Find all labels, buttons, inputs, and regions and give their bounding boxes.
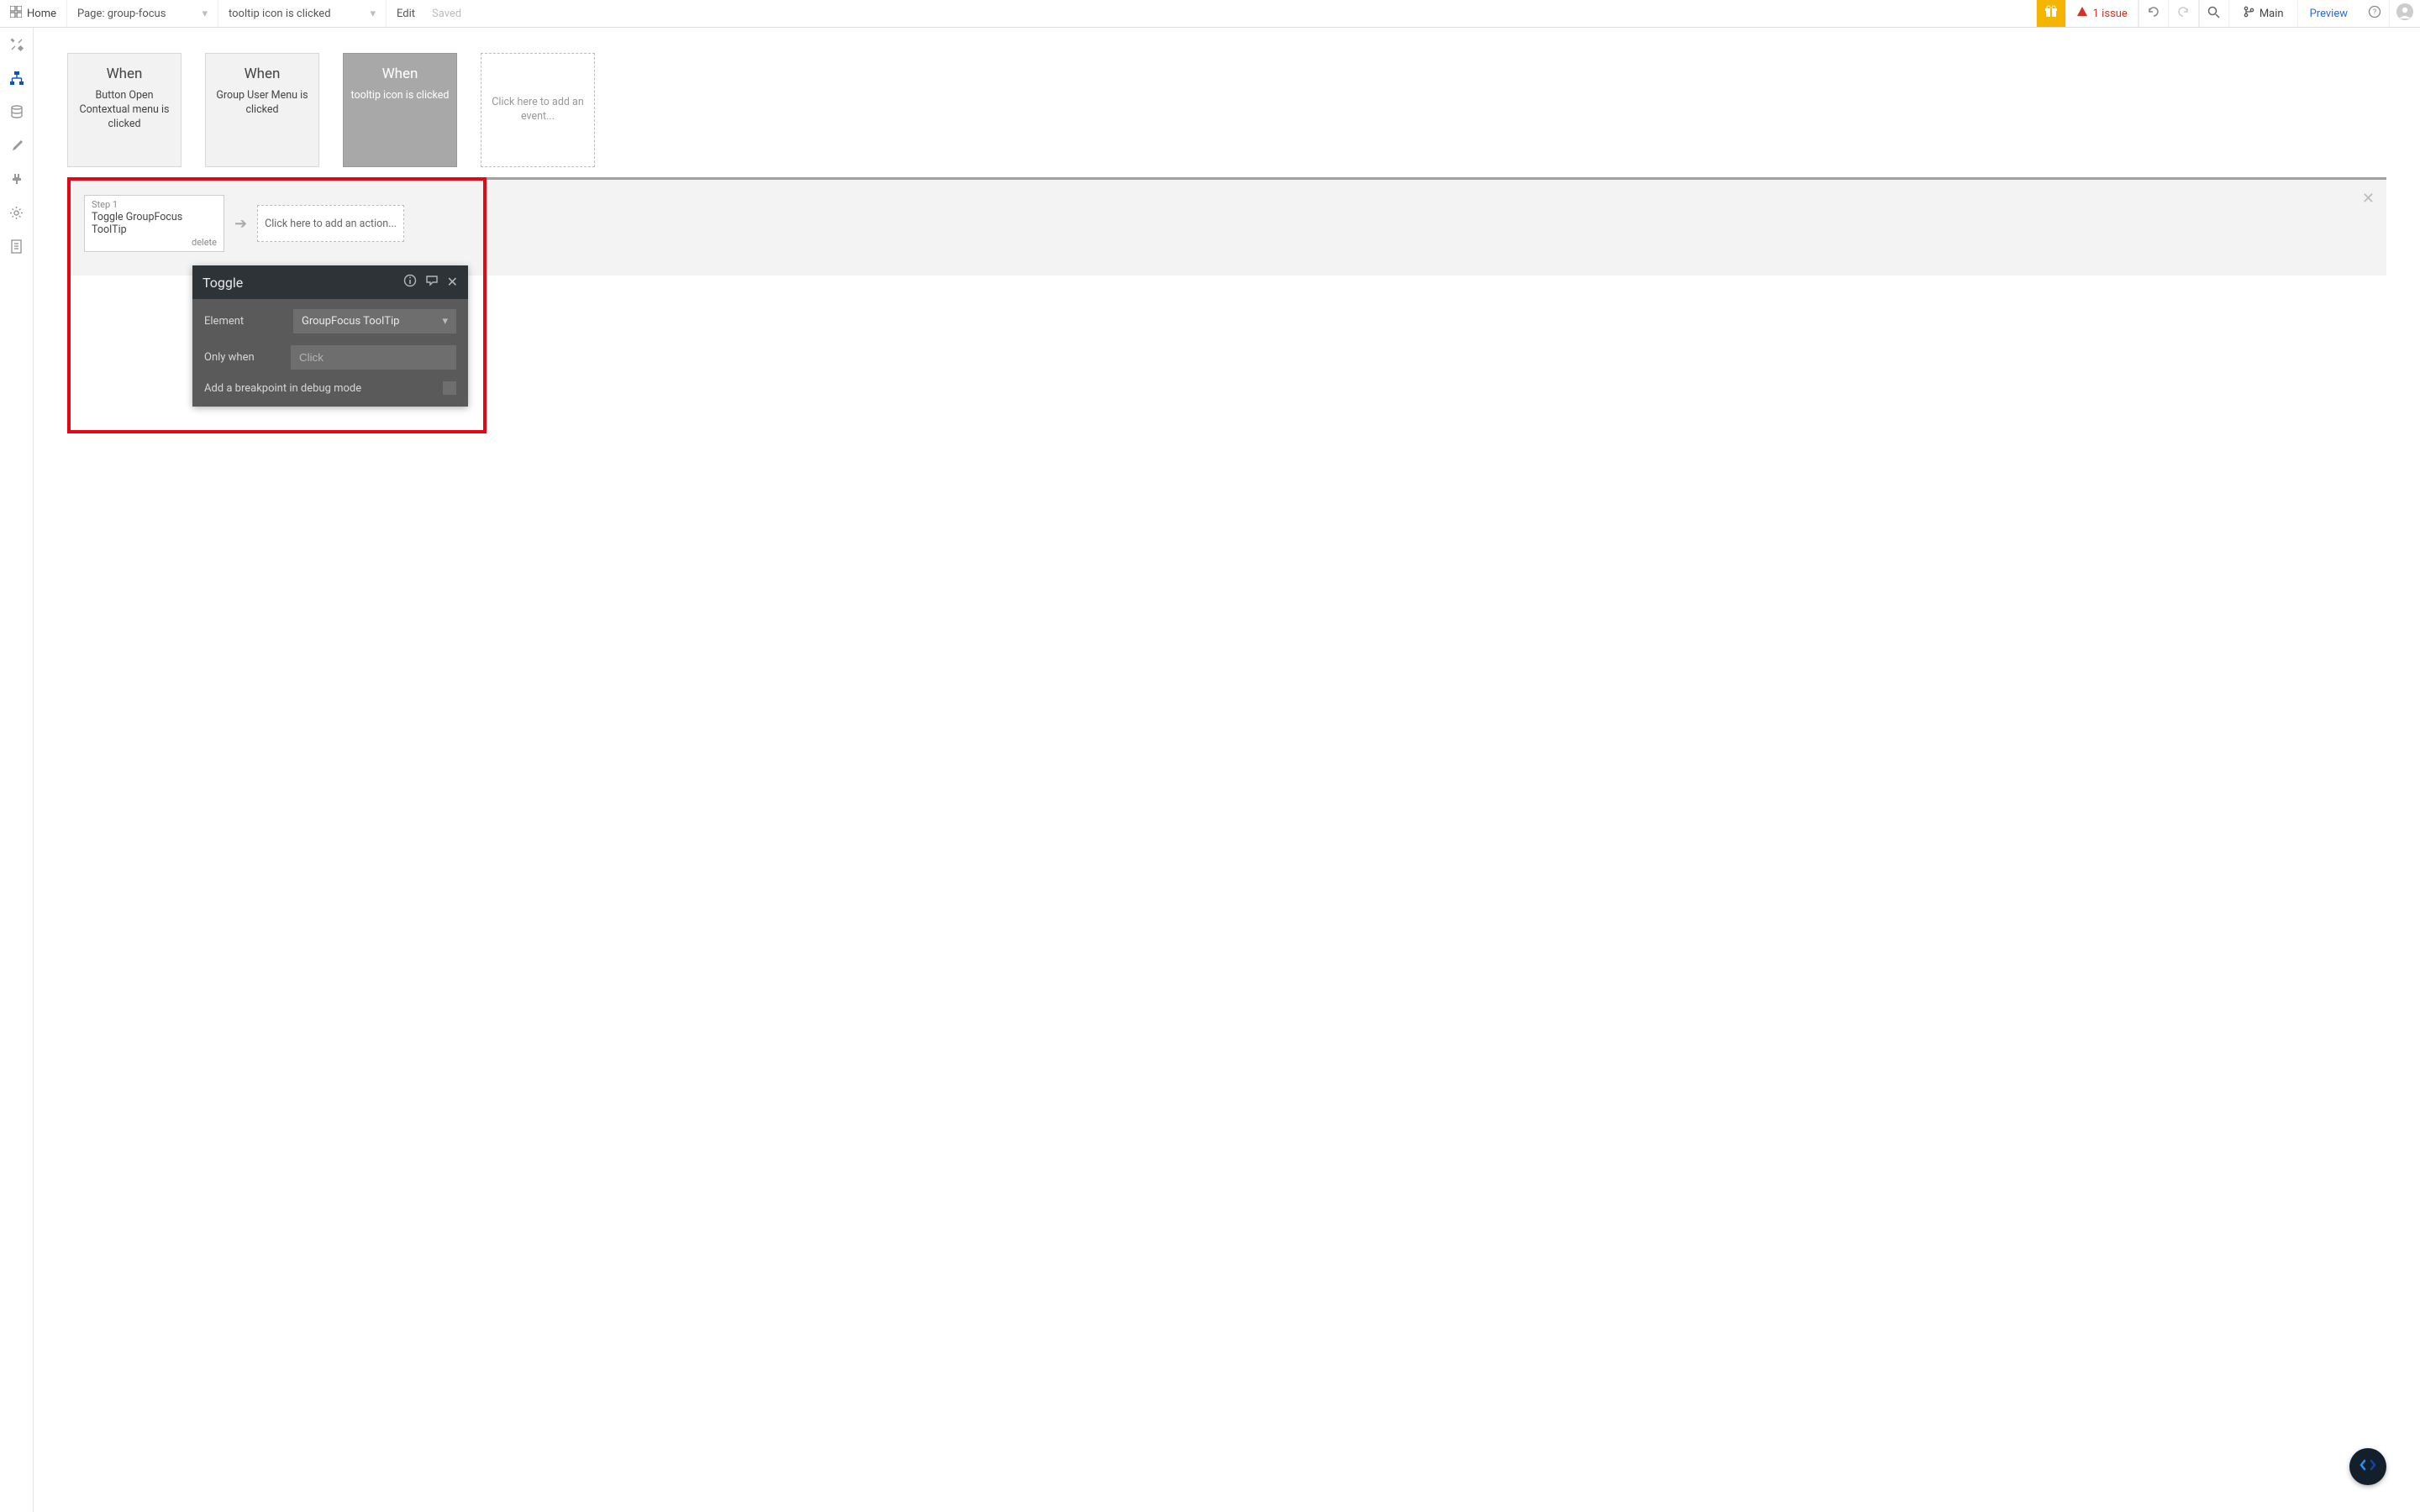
element-select[interactable]: GroupFocus ToolTip: [293, 309, 456, 333]
topbar: Home Page: group-focus tooltip icon is c…: [0, 0, 2420, 28]
event-card-selected[interactable]: When tooltip icon is clicked: [343, 53, 457, 167]
step-number: Step 1: [92, 199, 217, 210]
add-action-card[interactable]: Click here to add an action...: [257, 205, 404, 242]
event-desc: tooltip icon is clicked: [351, 89, 450, 103]
gift-button[interactable]: [2036, 0, 2066, 27]
page-select[interactable]: Page: group-focus: [67, 0, 218, 27]
workflow-canvas: When Button Open Contextual menu is clic…: [34, 28, 2420, 1512]
sidebar-design[interactable]: [7, 34, 27, 55]
close-icon[interactable]: ✕: [2362, 190, 2375, 207]
event-when: When: [107, 66, 143, 82]
help-fab[interactable]: [2349, 1448, 2386, 1485]
actions-row: Step 1 Toggle GroupFocus ToolTip delete …: [84, 195, 2370, 252]
account-avatar[interactable]: [2390, 0, 2420, 27]
event-card[interactable]: When Group User Menu is clicked: [205, 53, 319, 167]
grid-icon: [10, 6, 22, 21]
breakpoint-label: Add a breakpoint in debug mode: [204, 382, 361, 395]
step-card[interactable]: Step 1 Toggle GroupFocus ToolTip delete: [84, 195, 224, 252]
breakpoint-row: Add a breakpoint in debug mode: [204, 381, 456, 395]
search-icon: [2207, 6, 2220, 22]
redo-button[interactable]: [2169, 0, 2199, 27]
branch-icon: [2243, 6, 2254, 21]
branch-button[interactable]: Main: [2229, 0, 2298, 27]
redo-icon: [2176, 5, 2190, 22]
element-row: Element GroupFocus ToolTip: [204, 309, 456, 333]
step-delete[interactable]: delete: [92, 237, 217, 248]
page-select-label: Page: group-focus: [77, 8, 166, 20]
edit-link[interactable]: Edit: [387, 0, 425, 27]
undo-button[interactable]: [2139, 0, 2169, 27]
home-label: Home: [27, 8, 56, 20]
logo-icon: [2359, 1456, 2377, 1478]
property-panel[interactable]: Toggle ✕ Element GroupFocus ToolTip: [192, 265, 468, 407]
element-label: Element: [204, 315, 285, 328]
svg-text:?: ?: [2372, 8, 2375, 17]
workflow-select-label: tooltip icon is clicked: [229, 8, 331, 20]
event-when: When: [245, 66, 281, 82]
add-event-card[interactable]: Click here to add an event...: [481, 53, 595, 167]
sidebar-plugins[interactable]: [7, 169, 27, 189]
search-button[interactable]: [2199, 0, 2229, 27]
issue-count: 1 issue: [2093, 8, 2128, 20]
sidebar-data[interactable]: [7, 102, 27, 122]
workflow-select[interactable]: tooltip icon is clicked: [218, 0, 387, 27]
avatar-icon: [2396, 3, 2413, 24]
only-when-label: Only when: [204, 351, 282, 364]
help-icon: ?: [2368, 5, 2381, 22]
gift-icon: [2044, 5, 2058, 22]
only-when-row: Only when: [204, 345, 456, 370]
chevron-down-icon: [442, 315, 448, 328]
sidebar-styles[interactable]: [7, 135, 27, 155]
sidebar-logs[interactable]: [7, 236, 27, 256]
events-row: When Button Open Contextual menu is clic…: [67, 53, 2386, 167]
warning-icon: [2076, 6, 2088, 21]
arrow-icon: ➔: [234, 215, 247, 233]
event-card[interactable]: When Button Open Contextual menu is clic…: [67, 53, 182, 167]
sidebar-settings[interactable]: [7, 202, 27, 223]
event-desc: Group User Menu is clicked: [213, 89, 312, 118]
chevron-down-icon: [202, 8, 208, 20]
element-value: GroupFocus ToolTip: [302, 315, 399, 328]
step-title: Toggle GroupFocus ToolTip: [92, 211, 217, 236]
close-icon[interactable]: ✕: [447, 274, 458, 291]
info-icon[interactable]: [403, 274, 417, 291]
property-panel-header[interactable]: Toggle ✕: [192, 265, 468, 299]
event-when: When: [382, 66, 418, 82]
event-desc: Button Open Contextual menu is clicked: [75, 89, 174, 132]
only-when-input[interactable]: [291, 345, 456, 370]
comment-icon[interactable]: [425, 274, 439, 291]
chevron-down-icon: [370, 8, 376, 20]
left-sidebar: [0, 28, 34, 1512]
undo-icon: [2147, 5, 2160, 22]
issues-button[interactable]: 1 issue: [2066, 0, 2139, 27]
help-button[interactable]: ?: [2360, 0, 2390, 27]
saved-status: Saved: [425, 0, 468, 27]
add-event-text: Click here to add an event...: [488, 96, 587, 124]
branch-label: Main: [2260, 8, 2284, 20]
sidebar-workflow[interactable]: [7, 68, 27, 88]
preview-button[interactable]: Preview: [2298, 0, 2360, 27]
workflow-panel: ✕ Step 1 Toggle GroupFocus ToolTip delet…: [67, 177, 2386, 276]
breakpoint-checkbox[interactable]: [443, 381, 456, 395]
home-button[interactable]: Home: [0, 0, 67, 27]
property-panel-title: Toggle: [203, 275, 243, 291]
